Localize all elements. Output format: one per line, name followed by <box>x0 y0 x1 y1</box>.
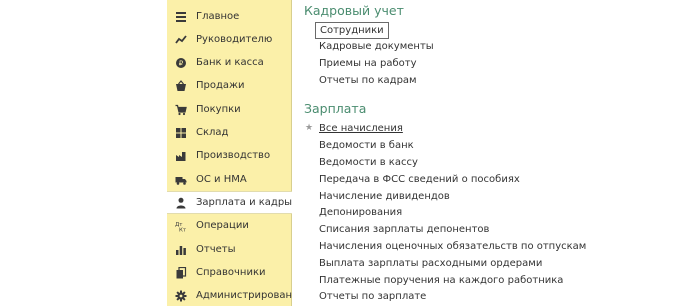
sections-panel: Главное Руководителю ₽ Банк и касса Прод… <box>167 0 305 306</box>
person-icon <box>175 197 187 209</box>
link-payroll-reports[interactable]: Отчеты по зарплате <box>319 290 426 303</box>
truck-icon <box>175 174 187 186</box>
svg-text:₽: ₽ <box>179 59 184 67</box>
sidebar-item-label: Зарплата и кадры <box>196 197 293 208</box>
sidebar-item-sales[interactable]: Продажи <box>167 74 292 97</box>
sidebar-item-label: Покупки <box>196 104 241 115</box>
sidebar-item-label: Склад <box>196 127 229 138</box>
sidebar-item-administration[interactable]: Администрирование <box>167 284 305 306</box>
sidebar-item-label: Главное <box>196 11 240 22</box>
payroll-section-title: Зарплата <box>304 101 367 116</box>
sidebar-item-purchases[interactable]: Покупки <box>167 98 292 121</box>
sidebar-item-warehouse[interactable]: Склад <box>167 121 292 144</box>
sidebar-item-reports[interactable]: Отчеты <box>167 238 292 261</box>
link-cash-statements[interactable]: Ведомости в кассу <box>319 156 418 169</box>
link-depositing[interactable]: Депонирования <box>319 206 402 219</box>
menu-lines-icon <box>175 11 187 23</box>
link-bank-statements[interactable]: Ведомости в банк <box>319 139 414 152</box>
sidebar-item-fixed-assets[interactable]: ОС и НМА <box>167 168 292 191</box>
link-hr-reports[interactable]: Отчеты по кадрам <box>319 74 417 87</box>
sidebar-item-label: Руководителю <box>196 34 273 45</box>
sidebar-item-production[interactable]: Производство <box>167 144 292 167</box>
debit-credit-icon: Дт Кт <box>175 220 187 232</box>
books-icon <box>175 266 187 279</box>
sidebar-item-label: Отчеты <box>196 244 236 255</box>
factory-icon <box>175 150 187 162</box>
warehouse-grid-icon <box>175 127 187 139</box>
link-vacation-liabilities[interactable]: Начисления оценочных обязательств по отп… <box>319 240 586 253</box>
sidebar-item-label: Администрирование <box>196 290 305 301</box>
sidebar-item-label: ОС и НМА <box>196 174 247 185</box>
sidebar-item-manager[interactable]: Руководителю <box>167 28 292 51</box>
link-dividends[interactable]: Начисление дивидендов <box>319 190 450 203</box>
trend-chart-icon <box>175 34 187 46</box>
link-deposit-writeoffs[interactable]: Списания зарплаты депонентов <box>319 223 489 236</box>
shopping-cart-icon <box>175 104 187 116</box>
hr-section-title: Кадровый учет <box>304 3 404 18</box>
link-all-accruals[interactable]: Все начисления <box>319 122 403 135</box>
sidebar-item-bank[interactable]: ₽ Банк и касса <box>167 51 292 74</box>
gear-icon <box>175 290 187 302</box>
app-window: Главное Руководителю ₽ Банк и касса Прод… <box>0 0 700 306</box>
sidebar-item-label: Банк и касса <box>196 57 264 68</box>
link-payment-orders[interactable]: Платежные поручения на каждого работника <box>319 274 563 287</box>
favorite-star-icon[interactable]: ★ <box>305 123 313 133</box>
sidebar-item-label: Справочники <box>196 267 266 278</box>
shopping-basket-icon <box>175 79 187 92</box>
link-hirings[interactable]: Приемы на работу <box>319 57 417 70</box>
svg-text:Кт: Кт <box>179 227 187 232</box>
link-cash-order-payouts[interactable]: Выплата зарплаты расходными ордерами <box>319 257 542 270</box>
sidebar-item-main[interactable]: Главное <box>167 5 292 28</box>
link-employees[interactable]: Сотрудники <box>315 22 389 39</box>
bar-chart-icon <box>175 244 187 256</box>
section-commands-panel: Кадровый учет Сотрудники Кадровые докуме… <box>292 0 700 306</box>
coin-icon: ₽ <box>175 57 187 69</box>
link-hr-documents[interactable]: Кадровые документы <box>319 40 434 53</box>
sidebar-item-payroll[interactable]: Зарплата и кадры <box>167 191 293 214</box>
sidebar-item-label: Производство <box>196 150 271 161</box>
sidebar-item-operations[interactable]: Дт Кт Операции <box>167 214 292 237</box>
sidebar-item-label: Продажи <box>196 80 245 91</box>
link-fss-benefits[interactable]: Передача в ФСС сведений о пособиях <box>319 173 520 186</box>
sidebar-item-directories[interactable]: Справочники <box>167 261 292 284</box>
sidebar-item-label: Операции <box>196 220 249 231</box>
